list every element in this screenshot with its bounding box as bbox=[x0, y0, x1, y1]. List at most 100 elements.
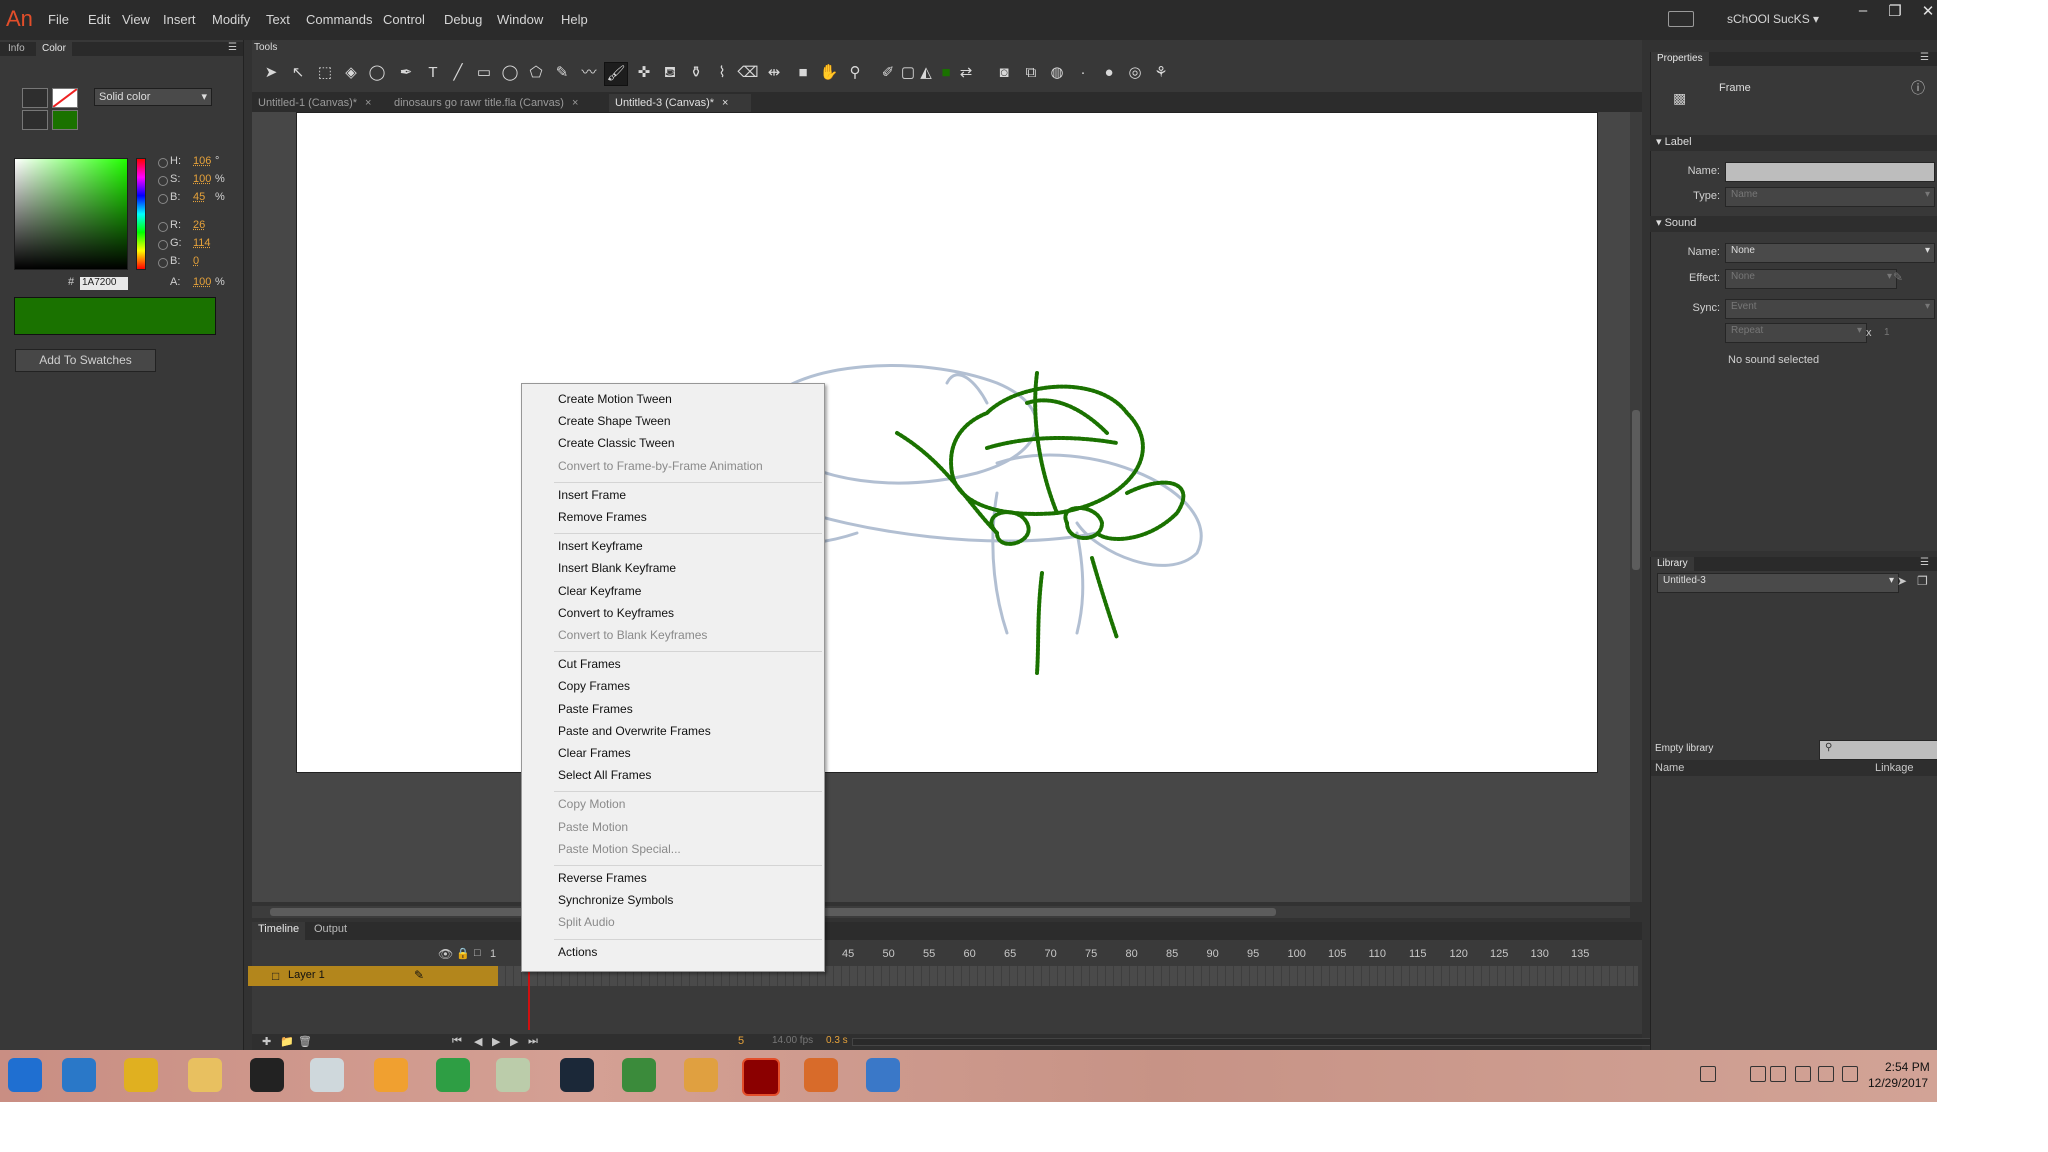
rgb-radio-2[interactable] bbox=[158, 258, 168, 268]
sound-name-dropdown[interactable]: None ▾ bbox=[1725, 243, 1935, 263]
hsb-radio-0[interactable] bbox=[158, 158, 168, 168]
menu-item-synchronize-symbols[interactable]: Synchronize Symbols bbox=[558, 893, 673, 907]
hand-tool-icon[interactable]: ✋ bbox=[818, 62, 840, 84]
tab-properties[interactable]: Properties bbox=[1651, 52, 1709, 68]
selection-tool-icon[interactable]: ➤ bbox=[260, 62, 282, 84]
free-transform-icon[interactable]: ⬚ bbox=[314, 62, 336, 84]
tab-color[interactable]: Color bbox=[36, 42, 72, 58]
close-icon[interactable]: × bbox=[365, 97, 371, 109]
hex-input[interactable]: 1A7200 bbox=[80, 277, 128, 290]
new-layer-icon[interactable]: ✚ bbox=[262, 1035, 271, 1048]
menu-item-paste-and-overwrite-frames[interactable]: Paste and Overwrite Frames bbox=[558, 724, 711, 738]
repeat-count[interactable]: 1 bbox=[1884, 327, 1890, 338]
snap-icon[interactable]: ⧉ bbox=[1020, 62, 1042, 84]
frame-tick[interactable]: 95 bbox=[1247, 948, 1259, 960]
clock-time[interactable]: 2:54 PM bbox=[1885, 1060, 1930, 1074]
library-document-dropdown[interactable]: Untitled-3 ▾ bbox=[1657, 573, 1899, 593]
menu-view[interactable]: View bbox=[122, 12, 150, 27]
frame-tick[interactable]: 70 bbox=[1045, 948, 1057, 960]
menu-control[interactable]: Control bbox=[383, 12, 425, 27]
hsb-radio-2[interactable] bbox=[158, 194, 168, 204]
menu-item-insert-blank-keyframe[interactable]: Insert Blank Keyframe bbox=[558, 561, 676, 575]
library-col-linkage[interactable]: Linkage bbox=[1875, 762, 1914, 774]
frame-tick[interactable]: 65 bbox=[1004, 948, 1016, 960]
panel-menu-icon[interactable]: ☰ bbox=[1920, 52, 1929, 63]
library-search-input[interactable]: ⚲ bbox=[1819, 740, 1937, 760]
pen-tool-icon[interactable]: ✒ bbox=[395, 62, 417, 84]
photos-icon[interactable] bbox=[310, 1058, 344, 1092]
menu-modify[interactable]: Modify bbox=[212, 12, 250, 27]
frame-tick[interactable]: 135 bbox=[1571, 948, 1589, 960]
close-icon[interactable]: × bbox=[572, 97, 578, 109]
stage-canvas[interactable] bbox=[296, 112, 1598, 773]
frame-type-dropdown[interactable]: Name ▾ bbox=[1725, 187, 1935, 207]
tab-info[interactable]: Info bbox=[2, 42, 31, 58]
frame-tick[interactable]: 90 bbox=[1207, 948, 1219, 960]
size-icon[interactable]: ● bbox=[1098, 62, 1120, 84]
menu-item-convert-to-keyframes[interactable]: Convert to Keyframes bbox=[558, 606, 674, 620]
empty-frames-area[interactable] bbox=[498, 986, 1638, 1022]
sound-section-header[interactable]: ▾ Sound bbox=[1650, 216, 1937, 232]
frame-tick[interactable]: 50 bbox=[883, 948, 895, 960]
fill-type-dropdown[interactable]: Solid color ▾ bbox=[94, 88, 212, 106]
pin-icon[interactable]: ➤ bbox=[1897, 574, 1907, 588]
stroke-swatch[interactable] bbox=[52, 88, 78, 108]
brush-tool-icon[interactable]: 〰 bbox=[578, 62, 600, 84]
new-folder-icon[interactable]: 📁 bbox=[280, 1035, 294, 1048]
zoom-icon[interactable]: ⚲ bbox=[844, 62, 866, 84]
rotate-icon[interactable]: ◎ bbox=[1124, 62, 1146, 84]
tab-library[interactable]: Library bbox=[1651, 557, 1694, 573]
paint-icon[interactable] bbox=[374, 1058, 408, 1092]
volume-icon[interactable] bbox=[1818, 1066, 1834, 1082]
3d-rotation-icon[interactable]: ◈ bbox=[340, 62, 362, 84]
pencil-icon[interactable]: ✎ bbox=[414, 968, 424, 982]
frame-tick[interactable]: 85 bbox=[1166, 948, 1178, 960]
file-explorer-icon[interactable] bbox=[188, 1058, 222, 1092]
alpha-value[interactable]: 100 bbox=[193, 276, 211, 288]
fill-color-icon[interactable] bbox=[22, 110, 48, 130]
restore-icon[interactable]: ❐ bbox=[1880, 2, 1910, 20]
step-back-icon[interactable]: ◀ bbox=[474, 1035, 482, 1048]
tab-doc-2[interactable]: dinosaurs go rawr title.fla (Canvas) × bbox=[388, 94, 615, 112]
text-tool-icon[interactable]: T bbox=[422, 62, 444, 84]
width-tool-icon[interactable]: ⇹ bbox=[763, 62, 785, 84]
menu-item-remove-frames[interactable]: Remove Frames bbox=[558, 510, 647, 524]
menu-item-clear-frames[interactable]: Clear Frames bbox=[558, 746, 631, 760]
current-frame[interactable]: 5 bbox=[738, 1035, 744, 1047]
frame-tick[interactable]: 45 bbox=[842, 948, 854, 960]
outline-icon[interactable]: □ bbox=[474, 947, 481, 959]
first-frame-icon[interactable]: ⏮ bbox=[452, 1035, 462, 1048]
pencil-tool-icon[interactable]: ✎ bbox=[551, 62, 573, 84]
tab-doc-3[interactable]: Untitled-3 (Canvas)* × bbox=[609, 94, 751, 112]
fill-color-icon[interactable]: ◭ bbox=[915, 62, 937, 84]
minimize-icon[interactable]: – bbox=[1848, 2, 1878, 20]
menu-item-cut-frames[interactable]: Cut Frames bbox=[558, 657, 621, 671]
frame-tick[interactable]: 130 bbox=[1531, 948, 1549, 960]
game-icon[interactable] bbox=[496, 1058, 530, 1092]
battery-icon[interactable] bbox=[1795, 1066, 1811, 1082]
eyedropper-icon[interactable]: ⌇ bbox=[711, 62, 733, 84]
fill-swatch[interactable] bbox=[52, 110, 78, 130]
menu-edit[interactable]: Edit bbox=[88, 12, 110, 27]
frame-name-input[interactable] bbox=[1725, 162, 1935, 182]
smooth-icon[interactable]: ◍ bbox=[1046, 62, 1068, 84]
keyboard-icon[interactable] bbox=[1700, 1066, 1716, 1082]
layer-row[interactable]: □ Layer 1 ✎ bbox=[248, 966, 498, 986]
effect-dropdown[interactable]: None ▾ bbox=[1725, 269, 1897, 289]
panel-menu-icon[interactable]: ☰ bbox=[228, 42, 237, 53]
close-icon[interactable]: ✕ bbox=[1913, 2, 1937, 20]
elapsed-time[interactable]: 0.3 s bbox=[826, 1035, 848, 1046]
hsb-value-2[interactable]: 45 bbox=[193, 191, 205, 203]
bone-tool-icon[interactable]: ✜ bbox=[633, 62, 655, 84]
library-col-name[interactable]: Name bbox=[1655, 762, 1684, 774]
add-to-swatches-button[interactable]: Add To Swatches bbox=[15, 349, 156, 372]
chrome-icon[interactable] bbox=[124, 1058, 158, 1092]
lasso-icon[interactable]: ◯ bbox=[366, 62, 388, 84]
hue-slider[interactable] bbox=[136, 158, 146, 270]
frame-tick[interactable]: 110 bbox=[1369, 948, 1387, 960]
menu-item-copy-frames[interactable]: Copy Frames bbox=[558, 679, 630, 693]
map-app-icon[interactable] bbox=[622, 1058, 656, 1092]
frame-tick[interactable]: 1 bbox=[490, 948, 496, 960]
chevron-up-icon[interactable] bbox=[1750, 1066, 1766, 1082]
menu-item-clear-keyframe[interactable]: Clear Keyframe bbox=[558, 584, 641, 598]
